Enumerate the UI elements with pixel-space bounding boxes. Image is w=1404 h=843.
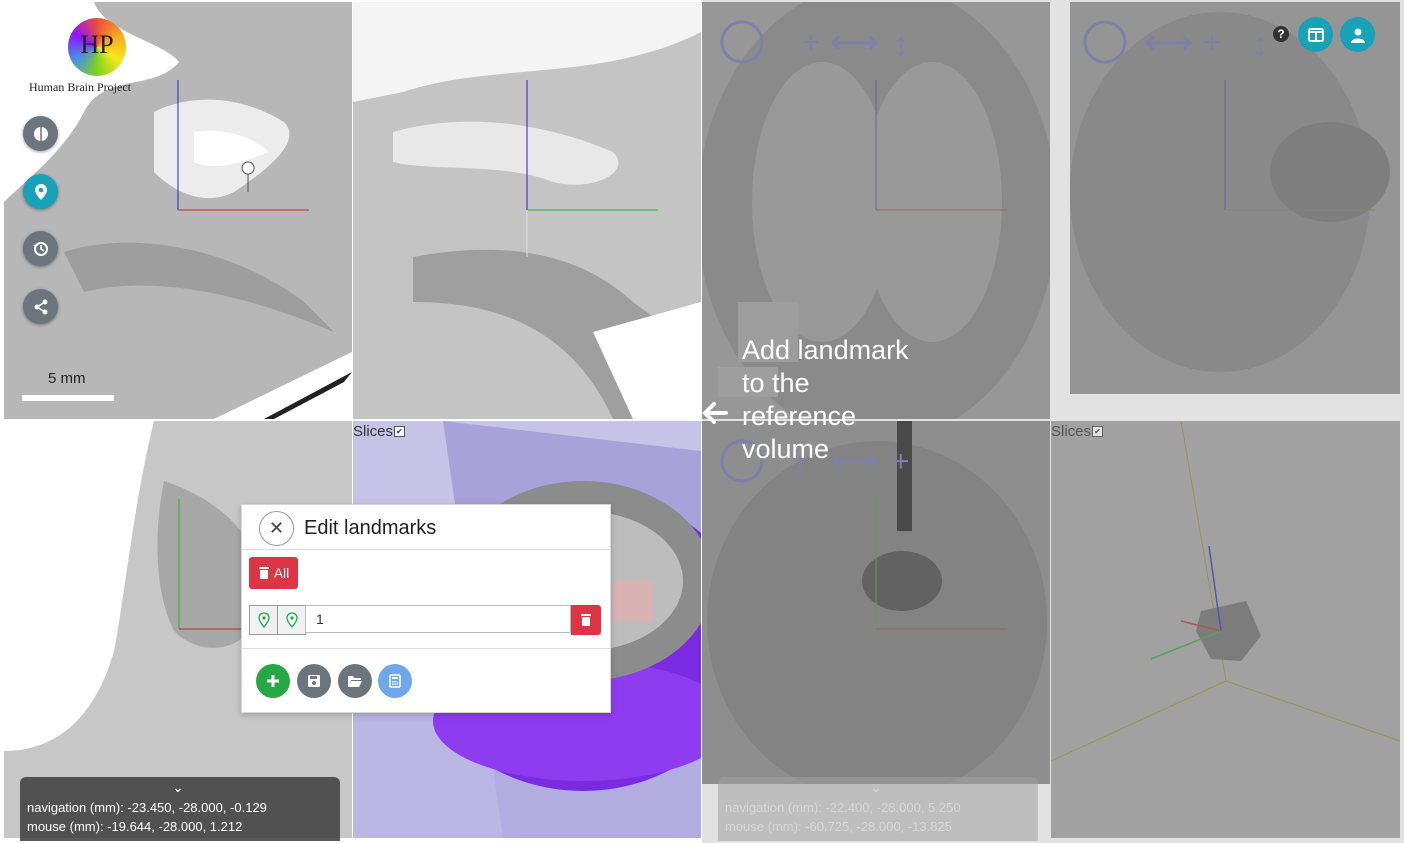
compute-button[interactable] [378, 664, 412, 698]
history-icon [32, 241, 48, 256]
histology-slice-image [353, 2, 701, 419]
mouse-coordinates: mouse (mm): -60.725, -28.000, -13.825 [725, 819, 952, 834]
moving-landmark-button[interactable] [277, 605, 306, 635]
viewer-left-coronal[interactable] [353, 2, 701, 419]
calculator-icon [389, 674, 401, 688]
arrow-left-icon [700, 398, 730, 436]
user-button[interactable] [1340, 17, 1375, 52]
delete-all-label: All [273, 565, 290, 581]
load-button[interactable] [338, 664, 372, 698]
slices-toggle[interactable]: Slices ✔ [353, 423, 406, 440]
scale-bar-label: 5 mm [48, 370, 86, 387]
history-button[interactable] [23, 231, 58, 266]
logo-mark: HP [68, 18, 126, 76]
map-marker-icon [257, 612, 270, 628]
close-button[interactable]: ✕ [259, 511, 294, 546]
delete-landmark-button[interactable] [571, 605, 601, 635]
close-icon: ✕ [268, 518, 285, 538]
edit-landmarks-dialog: ✕ Edit landmarks All [241, 504, 611, 713]
trash-icon [581, 614, 591, 626]
add-landmark-button[interactable] [256, 664, 290, 698]
mouse-coordinates: mouse (mm): -19.644, -28.000, 1.212 [27, 819, 243, 834]
landmark-name-input[interactable] [305, 605, 571, 633]
folder-open-icon [348, 676, 362, 687]
divider [242, 648, 610, 649]
layout-button[interactable] [1298, 17, 1333, 52]
divider [242, 549, 610, 550]
layout-icon [1307, 27, 1324, 42]
slices-checkbox[interactable]: ✔ [394, 426, 406, 437]
navigation-panel-left[interactable]: ⌄ navigation (mm): -23.450, -28.000, -0.… [20, 777, 340, 841]
save-button[interactable] [297, 664, 331, 698]
brain-icon [33, 126, 48, 141]
add-landmark-tooltip: Add landmark to the reference volume [742, 335, 909, 464]
plus-icon [267, 675, 279, 687]
human-brain-project-logo: HP Human Brain Project [18, 16, 142, 96]
trash-icon [258, 567, 269, 579]
navigation-panel-right[interactable]: ⌄ navigation (mm): -22.400, -28.000, 5.2… [718, 777, 1038, 841]
share-button[interactable] [23, 289, 58, 324]
share-icon [34, 299, 47, 314]
scale-bar [22, 395, 114, 401]
navigation-coordinates: navigation (mm): -23.450, -28.000, -0.12… [27, 800, 267, 815]
map-marker-icon [285, 612, 298, 628]
chevron-down-icon[interactable]: ⌄ [172, 779, 184, 796]
atlas-button[interactable] [23, 116, 58, 151]
help-icon[interactable]: ? [1273, 26, 1289, 42]
delete-all-button[interactable]: All [249, 557, 298, 589]
user-icon [1350, 28, 1365, 43]
navigation-coordinates: navigation (mm): -22.400, -28.000, 5.250 [725, 800, 961, 815]
slices-label: Slices [353, 423, 394, 440]
reference-landmark-button[interactable] [249, 605, 278, 635]
save-icon [308, 675, 320, 687]
logo-text: Human Brain Project [29, 80, 131, 94]
chevron-down-icon[interactable]: ⌄ [870, 779, 882, 796]
map-marker-icon [34, 183, 47, 200]
landmarks-button[interactable] [23, 174, 58, 209]
landmark-row [249, 605, 601, 635]
dialog-title: Edit landmarks [304, 517, 437, 539]
